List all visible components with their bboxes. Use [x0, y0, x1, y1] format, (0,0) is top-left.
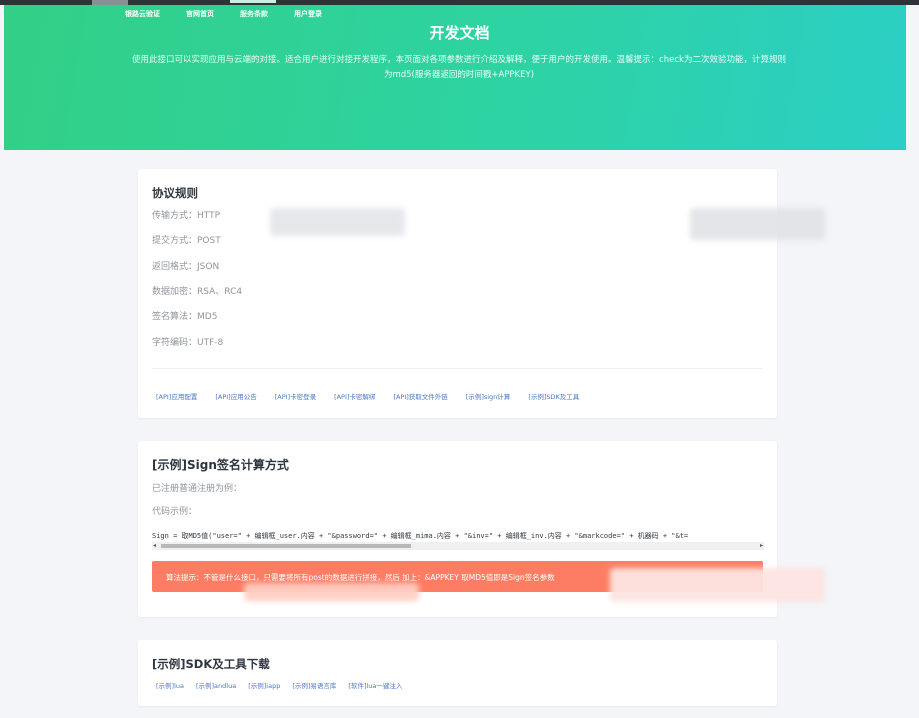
rule-encryption: 数据加密：RSA、RC4 — [152, 287, 243, 297]
nav-item-terms[interactable]: 服务条款 — [230, 0, 276, 19]
rule-format: 返回格式：JSON — [152, 262, 220, 272]
link-easy-lang[interactable]: [示例]易语言库 — [292, 680, 336, 690]
link-iapp[interactable]: [示例]iapp — [248, 680, 280, 690]
sign-title: [示例]Sign签名计算方式 — [152, 458, 289, 472]
alert-text: 算法提示：不管是什么接口，只需要将所有post的数据进行拼接，然后 加上：&AP… — [166, 573, 555, 582]
protocol-card: 协议规则 传输方式：HTTP 提交方式：POST 返回格式：JSON 数据加密：… — [138, 169, 777, 418]
redaction-blur — [610, 568, 825, 602]
card-divider — [152, 368, 763, 369]
link-sdk-tools[interactable]: [示例]SDK及工具 — [528, 391, 579, 401]
code-horizontal-scrollbar[interactable]: ◂ ▸ — [152, 542, 764, 550]
code-label: 代码示例： — [152, 507, 198, 517]
rule-method: 提交方式：POST — [152, 236, 221, 246]
redaction-blur — [690, 208, 825, 240]
link-card-unbind[interactable]: [API]卡密解绑 — [334, 391, 375, 401]
link-lua[interactable]: [示例]lua — [156, 680, 184, 690]
rule-signature: 签名算法：MD5 — [152, 312, 218, 322]
rule-transport: 传输方式：HTTP — [152, 211, 221, 221]
scroll-thumb[interactable] — [161, 544, 411, 548]
nav-item-home[interactable]: 官网首页 — [186, 9, 214, 19]
link-app-notice[interactable]: [API]应用公告 — [215, 391, 256, 401]
page-title: 开发文档 — [429, 24, 490, 42]
link-file-link[interactable]: [API]获取文件外链 — [393, 391, 447, 401]
nav-item-login[interactable]: 用户登录 — [294, 9, 322, 19]
sdk-links: [示例]lua [示例]andlua [示例]iapp [示例]易语言库 [软件… — [156, 680, 414, 690]
api-links: [API]应用配置 [API]应用公告 [API]卡密登录 [API]卡密解绑 … — [156, 391, 597, 401]
link-andlua[interactable]: [示例]andlua — [196, 680, 236, 690]
sdk-title: [示例]SDK及工具下载 — [152, 657, 270, 671]
scroll-left-icon[interactable]: ◂ — [153, 542, 156, 550]
link-card-login[interactable]: [API]卡密登录 — [275, 391, 316, 401]
link-sign-example[interactable]: [示例]sign计算 — [466, 391, 511, 401]
scroll-right-icon[interactable]: ▸ — [760, 542, 763, 550]
redaction-blur — [244, 583, 419, 601]
redaction-blur — [270, 208, 405, 236]
code-block[interactable]: Sign = 取MD5值("user=" + 编辑框_user.内容 + "&p… — [152, 530, 764, 552]
protocol-title: 协议规则 — [152, 186, 198, 200]
page-description: 使用此接口可以实现应用与云端的对接。适合用户进行对接开发程序，本页面对各项参数进… — [132, 55, 786, 80]
rule-charset: 字符编码：UTF-8 — [152, 338, 224, 348]
sign-subtitle: 已注册普通注册为例： — [152, 484, 243, 494]
sdk-card: [示例]SDK及工具下载 [示例]lua [示例]andlua [示例]iapp… — [138, 640, 777, 706]
top-nav: 银路云验证 官网首页 服务条款 用户登录 — [125, 0, 348, 19]
link-lua-inject[interactable]: [软件]lua一键注入 — [348, 680, 402, 690]
link-app-config[interactable]: [API]应用配置 — [156, 391, 197, 401]
code-line: Sign = 取MD5值("user=" + 编辑框_user.内容 + "&p… — [152, 532, 689, 540]
nav-item-brand[interactable]: 银路云验证 — [125, 9, 160, 19]
